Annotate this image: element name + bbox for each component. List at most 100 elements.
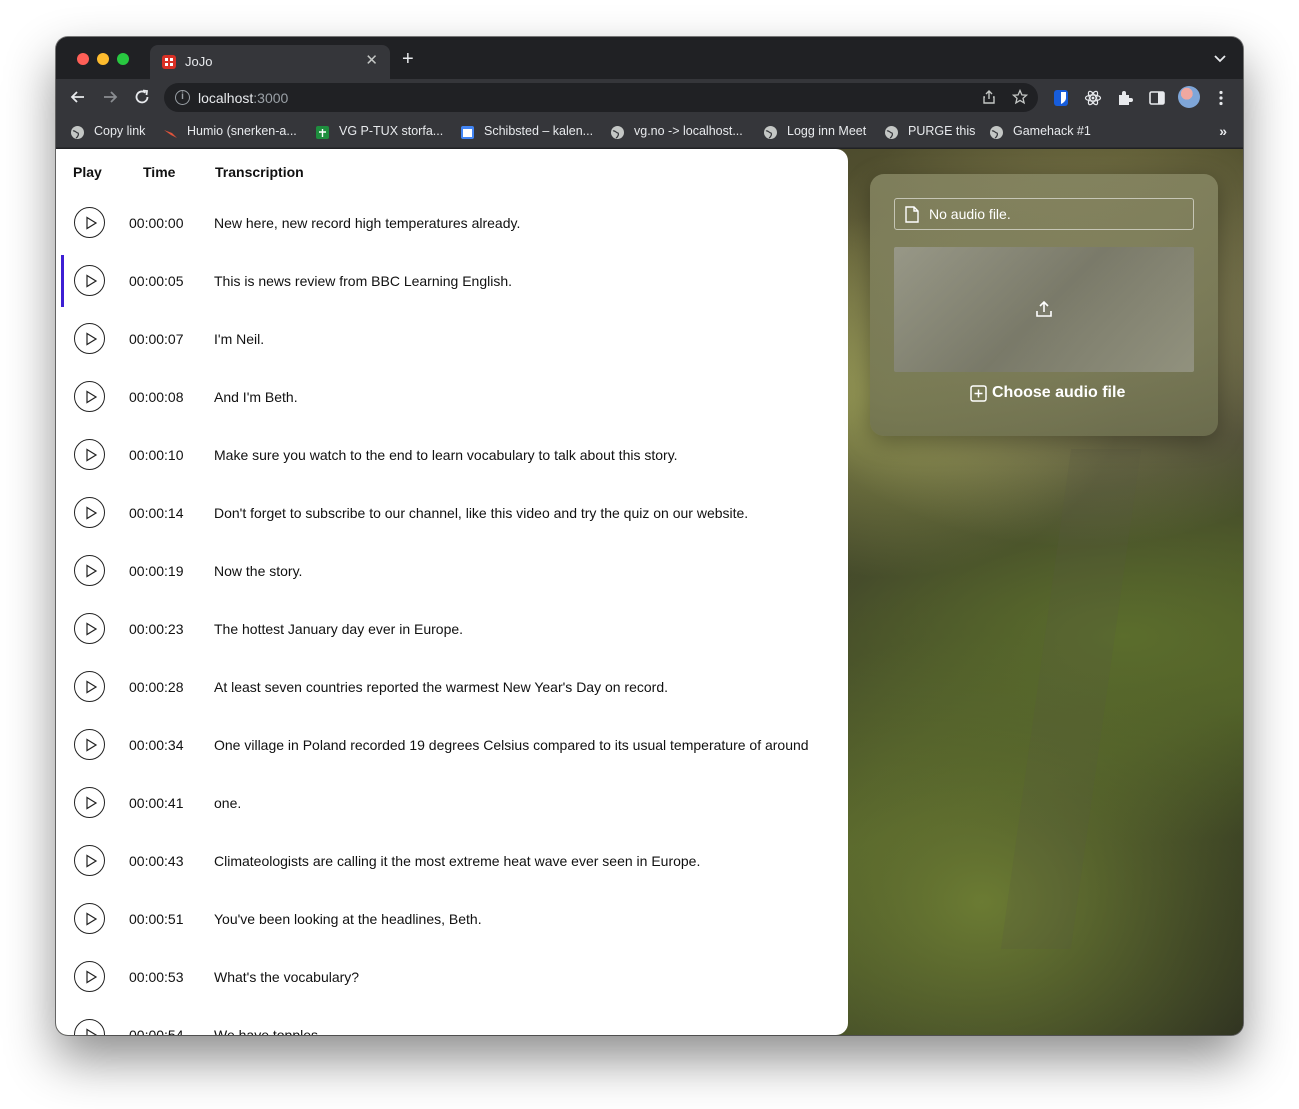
- row-transcription-text: Don't forget to subscribe to our channel…: [214, 505, 749, 521]
- transcription-row[interactable]: 00:00:34 One village in Poland recorded 1…: [56, 716, 848, 774]
- transcription-row[interactable]: 00:00:28 At least seven countries reporte…: [56, 658, 848, 716]
- sheets-icon: [316, 126, 329, 139]
- tab-title: JoJo: [185, 54, 213, 69]
- upload-icon: [1036, 300, 1052, 317]
- row-transcription-text: One village in Poland recorded 19 degree…: [214, 737, 809, 753]
- globe-icon: [71, 126, 84, 139]
- play-icon: [86, 912, 98, 926]
- play-button[interactable]: [74, 613, 105, 644]
- row-time: 00:00:19: [129, 563, 184, 579]
- row-time: 00:00:43: [129, 853, 184, 869]
- transcription-panel: Play Time Transcription 00:00:00 New here…: [56, 149, 848, 1035]
- globe-icon: [885, 126, 898, 139]
- row-time: 00:00:10: [129, 447, 184, 463]
- play-icon: [86, 390, 98, 404]
- transcription-row[interactable]: 00:00:43 Climateologists are calling it t…: [56, 832, 848, 890]
- star-icon[interactable]: [1012, 89, 1028, 105]
- transcription-row[interactable]: 00:00:07 I'm Neil.: [56, 310, 848, 368]
- url-text[interactable]: localhost:3000: [198, 90, 288, 106]
- row-time: 00:00:23: [129, 621, 184, 637]
- row-transcription-text: one.: [214, 795, 242, 811]
- humio-icon: [164, 130, 177, 138]
- row-time: 00:00:54: [129, 1027, 184, 1035]
- row-transcription-text: We have topples.: [214, 1027, 322, 1035]
- transcription-row[interactable]: 00:00:51 You've been looking at the headl…: [56, 890, 848, 948]
- bitwarden-icon[interactable]: [1052, 89, 1070, 107]
- row-transcription-text: Now the story.: [214, 563, 303, 579]
- play-icon: [86, 216, 98, 230]
- tab-strip: JoJo ✕ +: [56, 37, 1243, 79]
- play-button[interactable]: [74, 497, 105, 528]
- minimize-window-button[interactable]: [97, 53, 109, 65]
- play-icon: [86, 680, 98, 694]
- reload-icon[interactable]: [132, 87, 152, 107]
- play-button[interactable]: [74, 729, 105, 760]
- play-button[interactable]: [74, 671, 105, 702]
- play-icon: [86, 1028, 98, 1035]
- close-window-button[interactable]: [77, 53, 89, 65]
- address-bar[interactable]: i localhost:3000: [164, 83, 1038, 112]
- play-button[interactable]: [74, 439, 105, 470]
- chevron-down-icon[interactable]: [1213, 51, 1227, 65]
- row-transcription-text: What's the vocabulary?: [214, 969, 360, 985]
- more-menu-icon[interactable]: [1212, 89, 1230, 107]
- play-button[interactable]: [74, 845, 105, 876]
- forward-arrow-icon[interactable]: [100, 87, 120, 107]
- play-button[interactable]: [74, 903, 105, 934]
- transcription-row[interactable]: 00:00:41 one.: [56, 774, 848, 832]
- file-icon: [905, 206, 919, 223]
- play-icon: [86, 970, 98, 984]
- play-icon: [86, 274, 98, 288]
- app-favicon-icon: [162, 55, 176, 69]
- play-button[interactable]: [74, 207, 105, 238]
- play-button[interactable]: [74, 787, 105, 818]
- transcription-row[interactable]: 00:00:19 Now the story.: [56, 542, 848, 600]
- side-panel-icon[interactable]: [1148, 89, 1166, 107]
- row-time: 00:00:28: [129, 679, 184, 695]
- bookmarks-overflow-chevron[interactable]: »: [1219, 123, 1227, 139]
- new-tab-button[interactable]: +: [402, 49, 414, 69]
- row-time: 00:00:07: [129, 331, 184, 347]
- maximize-window-button[interactable]: [117, 53, 129, 65]
- tab-close-icon[interactable]: ✕: [365, 53, 378, 69]
- share-icon[interactable]: [981, 89, 997, 105]
- extensions-puzzle-icon[interactable]: [1116, 89, 1134, 107]
- transcription-row[interactable]: 00:00:10 Make sure you watch to the end t…: [56, 426, 848, 484]
- play-button[interactable]: [74, 961, 105, 992]
- transcription-row[interactable]: 00:00:08 And I'm Beth.: [56, 368, 848, 426]
- row-transcription-text: New here, new record high temperatures a…: [214, 215, 521, 231]
- file-status: No audio file.: [929, 206, 1011, 222]
- site-info-icon[interactable]: i: [175, 90, 190, 105]
- header-transcription: Transcription: [215, 164, 304, 180]
- play-icon: [86, 738, 98, 752]
- row-transcription-text: Climateologists are calling it the most …: [214, 853, 701, 869]
- back-arrow-icon[interactable]: [68, 87, 88, 107]
- row-time: 00:00:00: [129, 215, 184, 231]
- header-play: Play: [73, 164, 102, 180]
- background-photo: [1000, 449, 1142, 949]
- play-icon: [86, 564, 98, 578]
- row-time: 00:00:34: [129, 737, 184, 753]
- transcription-row[interactable]: 00:00:53 What's the vocabulary?: [56, 948, 848, 1006]
- transcription-row[interactable]: 00:00:23 The hottest January day ever in …: [56, 600, 848, 658]
- row-time: 00:00:41: [129, 795, 184, 811]
- tab-jojo[interactable]: JoJo ✕: [150, 45, 390, 79]
- page-viewport: Play Time Transcription 00:00:00 New here…: [56, 149, 1243, 1035]
- play-button[interactable]: [74, 381, 105, 412]
- transcription-row[interactable]: 00:00:54 We have topples.: [56, 1006, 848, 1035]
- transcription-row[interactable]: 00:00:00 New here, new record high temper…: [56, 194, 848, 252]
- browser-window: JoJo ✕ + i localhost:3000 Copy link Humi…: [56, 37, 1243, 1035]
- upload-dropzone[interactable]: [894, 247, 1194, 372]
- react-devtools-icon[interactable]: [1084, 89, 1102, 107]
- profile-avatar[interactable]: [1178, 86, 1200, 108]
- play-button[interactable]: [74, 323, 105, 354]
- row-time: 00:00:05: [129, 273, 184, 289]
- transcription-row[interactable]: 00:00:05 This is news review from BBC Lea…: [56, 252, 848, 310]
- row-transcription-text: This is news review from BBC Learning En…: [214, 273, 513, 289]
- play-button[interactable]: [74, 555, 105, 586]
- audio-file-field[interactable]: No audio file.: [894, 198, 1194, 230]
- play-button[interactable]: [74, 1019, 105, 1035]
- transcription-row[interactable]: 00:00:14 Don't forget to subscribe to our…: [56, 484, 848, 542]
- bookmarks-bar: Copy link Humio (snerken-a... VG P-TUX s…: [56, 117, 1243, 148]
- play-button[interactable]: [74, 265, 105, 296]
